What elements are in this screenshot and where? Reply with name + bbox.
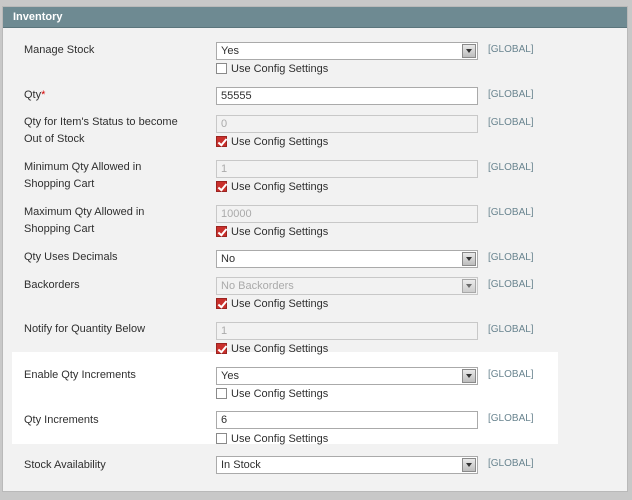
section-title: Inventory [3, 7, 627, 28]
qty-increments-input[interactable]: 6 [216, 411, 478, 429]
notify-qty-below-input[interactable]: 1 [216, 322, 478, 340]
stock-availability-scope: [GLOBAL] [488, 458, 534, 469]
manage-stock-use-config-label: Use Config Settings [231, 63, 329, 75]
qty-increments-scope: [GLOBAL] [488, 413, 534, 424]
out-of-stock-qty-input[interactable]: 0 [216, 115, 478, 133]
qty-uses-decimals-select[interactable]: No [216, 250, 478, 268]
backorders-use-config[interactable]: Use Config Settings [216, 297, 328, 311]
stock-availability-select[interactable]: In Stock [216, 456, 478, 474]
max-sale-qty-value: 10000 [221, 208, 252, 220]
backorders-label: Backorders [24, 279, 80, 291]
manage-stock-select[interactable]: Yes [216, 42, 478, 60]
max-sale-qty-label-line2: Shopping Cart [24, 223, 95, 235]
notify-qty-below-value: 1 [221, 325, 228, 337]
enable-qty-increments-scope: [GLOBAL] [488, 369, 534, 380]
qty-label: Qty* [24, 87, 204, 104]
qty-increments-use-config-checkbox[interactable] [216, 433, 227, 444]
notify-qty-below-use-config-label: Use Config Settings [231, 343, 329, 355]
enable-qty-increments-use-config[interactable]: Use Config Settings [216, 387, 328, 401]
qty-uses-decimals-scope: [GLOBAL] [488, 252, 534, 263]
notify-qty-below-use-config[interactable]: Use Config Settings [216, 342, 328, 356]
qty-value: 55555 [221, 90, 252, 102]
chevron-down-icon [462, 458, 476, 472]
min-sale-qty-use-config-checkbox[interactable] [216, 181, 227, 192]
out-of-stock-qty-label: Qty for Item's Status to become Out of S… [24, 114, 204, 148]
min-sale-qty-use-config-label: Use Config Settings [231, 181, 329, 193]
chevron-down-icon [462, 369, 476, 383]
min-sale-qty-use-config[interactable]: Use Config Settings [216, 180, 328, 194]
max-sale-qty-use-config-checkbox[interactable] [216, 226, 227, 237]
qty-label-text: Qty [24, 89, 42, 101]
backorders-use-config-label: Use Config Settings [231, 298, 329, 310]
out-of-stock-qty-label-line1: Qty for Item's Status to become [24, 116, 178, 128]
manage-stock-value: Yes [221, 45, 239, 57]
backorders-scope: [GLOBAL] [488, 279, 534, 290]
out-of-stock-qty-use-config[interactable]: Use Config Settings [216, 135, 328, 149]
min-sale-qty-scope: [GLOBAL] [488, 162, 534, 173]
min-sale-qty-label: Minimum Qty Allowed in Shopping Cart [24, 159, 204, 193]
out-of-stock-qty-use-config-checkbox[interactable] [216, 136, 227, 147]
backorders-select[interactable]: No Backorders [216, 277, 478, 295]
qty-uses-decimals-label: Qty Uses Decimals [24, 251, 118, 263]
qty-increments-use-config-label: Use Config Settings [231, 433, 329, 445]
chevron-down-icon [462, 44, 476, 58]
enable-qty-increments-use-config-label: Use Config Settings [231, 388, 329, 400]
enable-qty-increments-use-config-checkbox[interactable] [216, 388, 227, 399]
max-sale-qty-input[interactable]: 10000 [216, 205, 478, 223]
out-of-stock-qty-value: 0 [221, 118, 228, 130]
manage-stock-label: Manage Stock [24, 44, 95, 56]
manage-stock-scope: [GLOBAL] [488, 44, 534, 55]
min-sale-qty-label-line2: Shopping Cart [24, 178, 95, 190]
qty-increments-label: Qty Increments [24, 414, 99, 426]
qty-uses-decimals-value: No [221, 253, 236, 265]
max-sale-qty-label: Maximum Qty Allowed in Shopping Cart [24, 204, 204, 238]
qty-input[interactable]: 55555 [216, 87, 478, 105]
notify-qty-below-label: Notify for Quantity Below [24, 323, 146, 335]
out-of-stock-qty-scope: [GLOBAL] [488, 117, 534, 128]
max-sale-qty-label-line1: Maximum Qty Allowed in [24, 206, 145, 218]
min-sale-qty-label-line1: Minimum Qty Allowed in [24, 161, 142, 173]
required-mark: * [41, 89, 46, 101]
out-of-stock-qty-label-line2: Out of Stock [24, 133, 85, 145]
enable-qty-increments-select[interactable]: Yes [216, 367, 478, 385]
stock-availability-label: Stock Availability [24, 459, 106, 471]
max-sale-qty-use-config-label: Use Config Settings [231, 226, 329, 238]
backorders-use-config-checkbox[interactable] [216, 298, 227, 309]
max-sale-qty-scope: [GLOBAL] [488, 207, 534, 218]
min-sale-qty-input[interactable]: 1 [216, 160, 478, 178]
qty-scope: [GLOBAL] [488, 89, 534, 100]
enable-qty-increments-label: Enable Qty Increments [24, 369, 136, 381]
notify-qty-below-scope: [GLOBAL] [488, 324, 534, 335]
qty-increments-use-config[interactable]: Use Config Settings [216, 432, 328, 446]
qty-increments-value: 6 [221, 414, 228, 426]
out-of-stock-qty-use-config-label: Use Config Settings [231, 136, 329, 148]
stock-availability-value: In Stock [221, 459, 261, 471]
notify-qty-below-use-config-checkbox[interactable] [216, 343, 227, 354]
chevron-down-icon [462, 252, 476, 266]
manage-stock-use-config[interactable]: Use Config Settings [216, 62, 328, 76]
manage-stock-use-config-checkbox[interactable] [216, 63, 227, 74]
min-sale-qty-value: 1 [221, 163, 228, 175]
enable-qty-increments-value: Yes [221, 370, 239, 382]
max-sale-qty-use-config[interactable]: Use Config Settings [216, 225, 328, 239]
chevron-down-icon [462, 279, 476, 293]
backorders-value: No Backorders [221, 280, 294, 292]
